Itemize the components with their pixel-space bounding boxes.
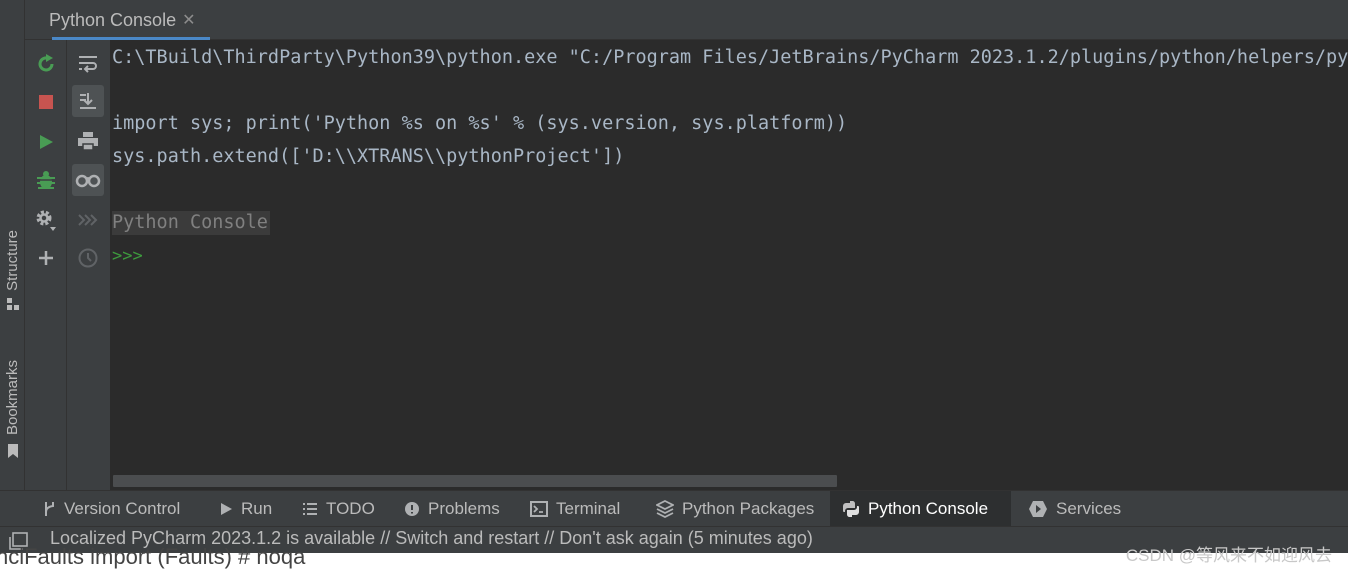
branch-icon bbox=[45, 502, 54, 516]
run-icon bbox=[221, 503, 232, 515]
execute-button[interactable] bbox=[30, 126, 62, 158]
execute-history-icon bbox=[78, 214, 98, 226]
soft-wrap-icon bbox=[79, 56, 97, 73]
stop-icon bbox=[39, 95, 53, 109]
horizontal-scrollbar[interactable] bbox=[113, 475, 837, 487]
execute-history-button[interactable] bbox=[72, 204, 104, 236]
console-settings-button[interactable] bbox=[30, 204, 62, 236]
bottom-tab-python-packages[interactable]: Python Packages bbox=[644, 491, 826, 527]
bottom-tab-label: Version Control bbox=[64, 499, 181, 518]
bottom-tab-python-console[interactable]: Python Console bbox=[830, 491, 1011, 527]
close-icon[interactable]: ✕ bbox=[182, 10, 195, 30]
console-output[interactable]: C:\TBuild\ThirdParty\Python39\python.exe… bbox=[110, 40, 1348, 490]
history-icon bbox=[78, 248, 98, 268]
scroll-to-end-button[interactable] bbox=[72, 85, 104, 117]
bottom-tab-problems[interactable]: Problems bbox=[392, 491, 512, 527]
bookmark-icon bbox=[7, 444, 18, 459]
console-view-toolbar bbox=[67, 40, 110, 490]
console-prompt[interactable]: >>> bbox=[112, 244, 143, 268]
execute-icon bbox=[40, 135, 53, 149]
bottom-tab-label: Services bbox=[1056, 499, 1122, 518]
console-import-line: import sys; print('Python %s on %s' % (s… bbox=[112, 113, 848, 134]
structure-tab-label: Structure bbox=[4, 230, 21, 291]
list-icon bbox=[303, 503, 317, 515]
left-tool-stripe: Structure Bookmarks bbox=[0, 0, 25, 490]
bottom-tab-label: Problems bbox=[428, 499, 500, 518]
bottom-tab-terminal[interactable]: Terminal bbox=[518, 491, 632, 527]
stop-button[interactable] bbox=[30, 86, 62, 118]
tab-python-console[interactable]: Python Console ✕ bbox=[49, 0, 210, 40]
bottom-tab-label: TODO bbox=[326, 499, 375, 518]
structure-tool-tab[interactable]: Structure bbox=[0, 230, 25, 311]
print-button[interactable] bbox=[72, 125, 104, 157]
bottom-tab-label: Python Console bbox=[868, 499, 989, 518]
watermark: CSDN @等风来不如迎风去 bbox=[1125, 546, 1332, 565]
console-command-line: C:\TBuild\ThirdParty\Python39\python.exe… bbox=[112, 47, 1348, 68]
services-icon bbox=[1029, 501, 1047, 517]
console-tab-strip: Python Console ✕ bbox=[25, 0, 1348, 40]
add-icon bbox=[39, 251, 53, 265]
bottom-tab-label: Run bbox=[241, 499, 273, 518]
debug-icon bbox=[37, 171, 55, 189]
print-icon bbox=[78, 132, 98, 151]
bottom-tab-run[interactable]: Run bbox=[207, 491, 284, 527]
bottom-tab-label: Python Packages bbox=[682, 499, 815, 518]
bottom-tool-window-bar: Version Control Run TODO Problems Termin… bbox=[0, 490, 1348, 527]
packages-icon bbox=[656, 500, 674, 518]
bottom-tab-todo[interactable]: TODO bbox=[290, 491, 387, 527]
console-history-button[interactable] bbox=[72, 242, 104, 274]
settings-icon bbox=[36, 210, 56, 231]
rerun-button[interactable] bbox=[30, 48, 62, 80]
bottom-tab-services[interactable]: Services bbox=[1016, 491, 1133, 527]
terminal-icon bbox=[530, 501, 548, 517]
show-variables-icon bbox=[75, 174, 101, 188]
structure-icon bbox=[6, 297, 19, 310]
background-code-text: nciFaults import (Faults) # noqa bbox=[0, 544, 306, 569]
python-icon bbox=[843, 501, 859, 517]
soft-wrap-button[interactable] bbox=[72, 48, 104, 80]
debug-button[interactable] bbox=[30, 164, 62, 196]
tab-python-console-label: Python Console bbox=[49, 9, 177, 30]
bottom-tab-label: Terminal bbox=[556, 499, 621, 518]
bookmarks-tab-label: Bookmarks bbox=[4, 360, 21, 436]
problems-icon bbox=[405, 502, 419, 516]
rerun-icon bbox=[38, 54, 54, 72]
new-console-button[interactable] bbox=[30, 242, 62, 274]
scroll-to-end-icon bbox=[80, 93, 96, 109]
bookmarks-tool-tab[interactable]: Bookmarks bbox=[0, 360, 25, 459]
show-variables-button[interactable] bbox=[72, 164, 104, 196]
console-path-line: sys.path.extend(['D:\\XTRANS\\pythonProj… bbox=[112, 146, 625, 167]
console-banner: Python Console bbox=[112, 211, 270, 235]
bottom-tab-version-control[interactable]: Version Control bbox=[30, 491, 192, 527]
console-actions-toolbar bbox=[25, 40, 67, 490]
